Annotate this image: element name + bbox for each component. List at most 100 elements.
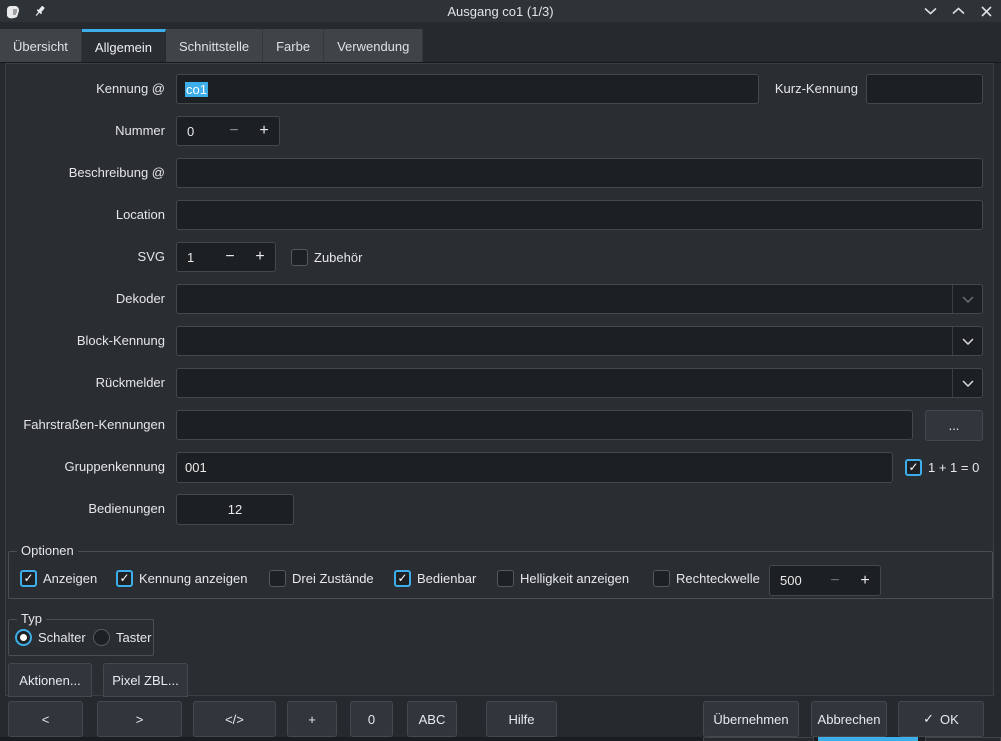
svg-spinner[interactable]: 1 − + (176, 242, 276, 272)
typ-group: Typ Schalter Taster (8, 619, 154, 656)
background-button-top (703, 737, 814, 741)
ausgang-dialog: { "window": { "title": "Ausgang co1 (1/3… (0, 0, 1001, 741)
taster-radio-dot[interactable] (93, 629, 110, 646)
anzeigen-checkbox[interactable]: ✓ Anzeigen (20, 570, 97, 587)
chevron-down-icon[interactable] (952, 369, 982, 397)
rechteckwelle-decrement-icon[interactable]: − (820, 567, 850, 595)
pixel-zbl-button[interactable]: Pixel ZBL... (103, 663, 188, 697)
background-focused-button-top (818, 737, 918, 741)
gruppenkennung-label: Gruppenkennung (0, 452, 165, 482)
gruppenkennung-input[interactable] (176, 452, 893, 483)
drei-zustaende-checkbox-label: Drei Zustände (292, 571, 374, 586)
nummer-value: 0 (177, 124, 219, 139)
zubehoer-checkbox[interactable]: Zubehör (291, 242, 362, 272)
rechteckwelle-checkbox-label: Rechteckwelle (676, 571, 760, 586)
background-button-top (925, 737, 1001, 741)
bedienungen-value: 12 (228, 502, 242, 517)
check-icon: ✓ (119, 572, 129, 585)
radio-selected-pip (20, 634, 27, 641)
tab-uebersicht[interactable]: Übersicht (0, 29, 82, 62)
eins-plus-eins-checkbox[interactable]: ✓ 1 + 1 = 0 (905, 452, 979, 483)
check-icon: ✓ (397, 572, 407, 585)
tab-verwendung[interactable]: Verwendung (324, 29, 423, 62)
tab-allgemein[interactable]: Allgemein (82, 29, 166, 62)
next-button[interactable]: > (97, 701, 182, 737)
drei-zustaende-checkbox-box[interactable] (269, 570, 286, 587)
schalter-radio-dot[interactable] (15, 629, 32, 646)
helligkeit-anzeigen-checkbox-label: Helligkeit anzeigen (520, 571, 629, 586)
kurz-kennung-input[interactable] (866, 74, 983, 104)
zero-button[interactable]: 0 (350, 701, 393, 737)
check-icon: ✓ (923, 711, 934, 727)
bedienungen-input[interactable]: 12 (176, 494, 294, 525)
rueckmelder-combobox[interactable] (176, 368, 983, 398)
maximize-icon[interactable] (951, 4, 965, 18)
rechteckwelle-checkbox[interactable]: Rechteckwelle (653, 570, 760, 587)
abc-button[interactable]: ABC (407, 701, 457, 737)
tab-farbe[interactable]: Farbe (263, 29, 324, 62)
beschreibung-label: Beschreibung @ (0, 158, 165, 188)
optionen-group: Optionen ✓ Anzeigen ✓ Kennung anzeigen D… (8, 551, 993, 599)
kennung-label: Kennung @ (0, 74, 165, 104)
rechteckwelle-spinner[interactable]: 500 − + (769, 565, 881, 596)
nummer-increment-icon[interactable]: + (249, 117, 279, 145)
nummer-decrement-icon[interactable]: − (219, 117, 249, 145)
hilfe-button[interactable]: Hilfe (486, 701, 557, 737)
svg-increment-icon[interactable]: + (245, 243, 275, 271)
close-icon[interactable] (979, 4, 993, 18)
taster-radio[interactable]: Taster (93, 629, 151, 646)
kennung-input[interactable]: co1 (176, 74, 759, 104)
tab-schnittstelle[interactable]: Schnittstelle (166, 29, 263, 62)
optionen-group-title: Optionen (17, 543, 78, 558)
svg-value: 1 (177, 250, 215, 265)
xml-button[interactable]: </> (193, 701, 276, 737)
fahrstrassen-browse-button[interactable]: ... (925, 410, 983, 441)
bedienbar-checkbox[interactable]: ✓ Bedienbar (394, 570, 476, 587)
fahrstrassen-input[interactable] (176, 410, 913, 440)
typ-group-title: Typ (17, 611, 46, 626)
bedienbar-checkbox-label: Bedienbar (417, 571, 476, 586)
anzeigen-checkbox-box[interactable]: ✓ (20, 570, 37, 587)
kennung-anzeigen-checkbox-box[interactable]: ✓ (116, 570, 133, 587)
zubehoer-checkbox-label: Zubehör (314, 250, 362, 265)
dekoder-label: Dekoder (0, 284, 165, 314)
beschreibung-input[interactable] (176, 158, 983, 188)
minimize-icon[interactable] (923, 4, 937, 18)
kennung-anzeigen-checkbox[interactable]: ✓ Kennung anzeigen (116, 570, 247, 587)
nummer-label: Nummer (0, 116, 165, 146)
location-input[interactable] (176, 200, 983, 230)
rechteckwelle-checkbox-box[interactable] (653, 570, 670, 587)
aktionen-button[interactable]: Aktionen... (8, 663, 92, 697)
zubehoer-checkbox-box[interactable] (291, 249, 308, 266)
bedienbar-checkbox-box[interactable]: ✓ (394, 570, 411, 587)
bedienungen-label: Bedienungen (0, 494, 165, 524)
rechteckwelle-increment-icon[interactable]: + (850, 567, 880, 595)
schalter-radio[interactable]: Schalter (15, 629, 86, 646)
dekoder-combobox[interactable] (176, 284, 983, 314)
eins-plus-eins-checkbox-box[interactable]: ✓ (905, 459, 922, 476)
nummer-spinner[interactable]: 0 − + (176, 116, 280, 146)
block-kennung-label: Block-Kennung (0, 326, 165, 356)
add-button[interactable]: + (287, 701, 337, 737)
window-controls (923, 0, 993, 22)
helligkeit-anzeigen-checkbox[interactable]: Helligkeit anzeigen (497, 570, 629, 587)
chevron-down-icon[interactable] (952, 285, 982, 313)
ok-button[interactable]: ✓ OK (898, 701, 984, 737)
helligkeit-anzeigen-checkbox-box[interactable] (497, 570, 514, 587)
eins-plus-eins-checkbox-label: 1 + 1 = 0 (928, 460, 979, 475)
rueckmelder-label: Rückmelder (0, 368, 165, 398)
chevron-down-icon[interactable] (952, 327, 982, 355)
kurz-kennung-label: Kurz-Kennung (740, 74, 858, 104)
prev-button[interactable]: < (8, 701, 83, 737)
uebernehmen-button[interactable]: Übernehmen (703, 701, 799, 737)
check-icon: ✓ (23, 572, 33, 585)
abbrechen-button[interactable]: Abbrechen (811, 701, 887, 737)
kennung-selected-text: co1 (185, 82, 208, 97)
check-icon: ✓ (908, 461, 918, 474)
fahrstrassen-label: Fahrstraßen-Kennungen (0, 410, 165, 440)
svg-decrement-icon[interactable]: − (215, 243, 245, 271)
drei-zustaende-checkbox[interactable]: Drei Zustände (269, 570, 374, 587)
window-title: Ausgang co1 (1/3) (0, 4, 1001, 19)
block-kennung-combobox[interactable] (176, 326, 983, 356)
taster-radio-label: Taster (116, 630, 151, 645)
